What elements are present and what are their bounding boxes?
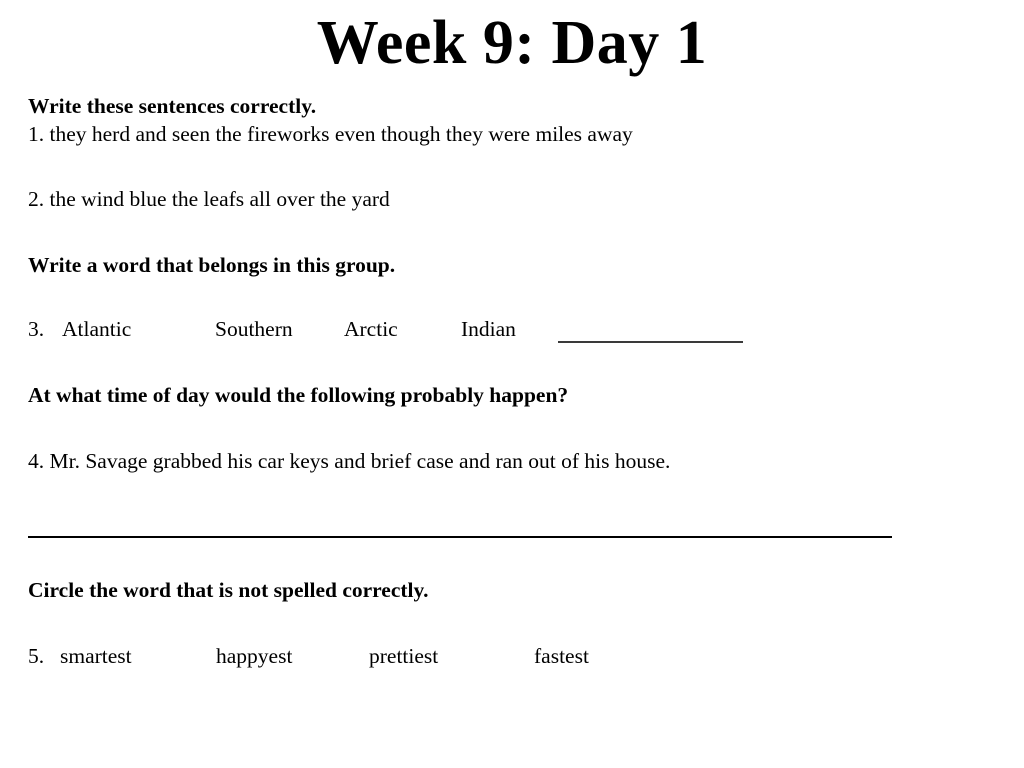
section-heading-time-of-day: At what time of day would the following … bbox=[28, 383, 569, 407]
question-5-word-3[interactable]: prettiest bbox=[369, 643, 534, 669]
question-4-text: Mr. Savage grabbed his car keys and brie… bbox=[49, 449, 671, 473]
section-divider bbox=[28, 536, 892, 538]
question-1-number: 1. bbox=[28, 122, 45, 146]
question-3-number: 3. bbox=[28, 317, 45, 341]
question-3: 3. Atlantic Southern Arctic Indian bbox=[28, 316, 525, 342]
worksheet-page: Week 9: Day 1 Write these sentences corr… bbox=[0, 0, 1024, 768]
question-3-word-2: Southern bbox=[215, 317, 293, 341]
question-5-word-2[interactable]: happyest bbox=[216, 643, 369, 669]
section-heading-write-word-group: Write a word that belongs in this group. bbox=[28, 253, 396, 277]
question-1: 1. they herd and seen the fireworks even… bbox=[28, 121, 633, 147]
question-2-number: 2. bbox=[28, 187, 45, 211]
question-1-text: they herd and seen the fireworks even th… bbox=[49, 122, 633, 146]
question-3-answer-blank[interactable] bbox=[558, 341, 743, 343]
question-4: 4. Mr. Savage grabbed his car keys and b… bbox=[28, 448, 670, 474]
question-5-word-4[interactable]: fastest bbox=[534, 643, 589, 669]
section-heading-circle-misspelled: Circle the word that is not spelled corr… bbox=[28, 578, 429, 602]
question-5-word-1[interactable]: smartest bbox=[60, 643, 216, 669]
question-4-number: 4. bbox=[28, 449, 45, 473]
question-5: 5. smartest happyest prettiest fastest bbox=[28, 643, 589, 669]
section-heading-write-sentences: Write these sentences correctly. bbox=[28, 94, 317, 118]
question-5-number: 5. bbox=[28, 644, 45, 668]
question-3-word-1: Atlantic bbox=[62, 317, 132, 341]
question-3-word-4: Indian bbox=[461, 317, 516, 341]
question-2: 2. the wind blue the leafs all over the … bbox=[28, 186, 390, 212]
question-2-text: the wind blue the leafs all over the yar… bbox=[49, 187, 390, 211]
question-3-word-3: Arctic bbox=[344, 317, 398, 341]
page-title: Week 9: Day 1 bbox=[316, 9, 708, 77]
